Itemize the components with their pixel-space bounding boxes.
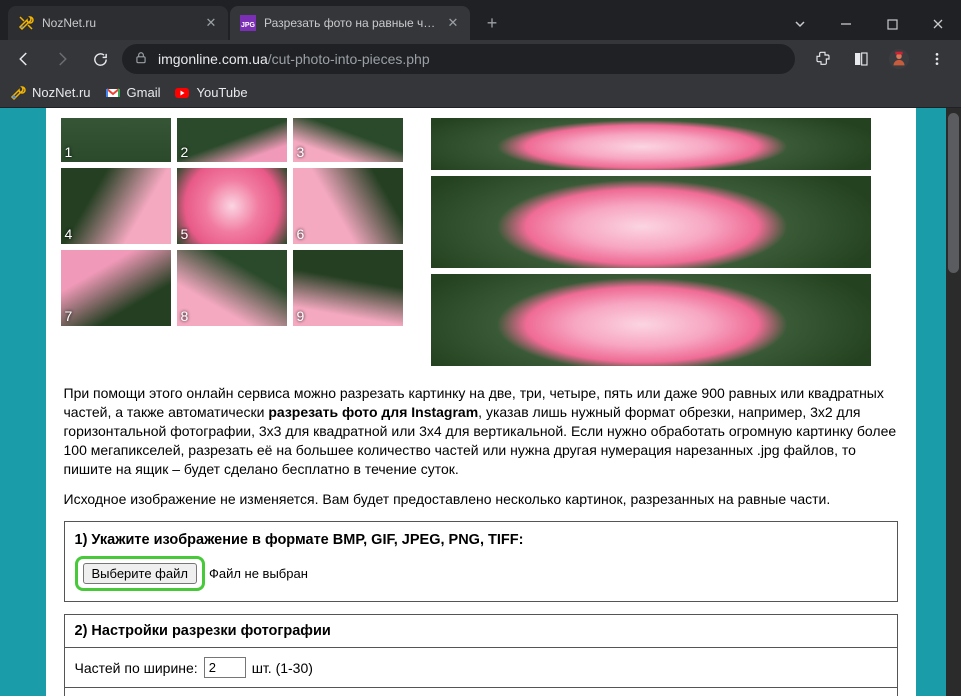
back-button[interactable] xyxy=(8,43,40,75)
note-paragraph: Исходное изображение не изменяется. Вам … xyxy=(64,490,898,509)
tile: 8 xyxy=(177,250,287,326)
close-icon[interactable]: ✕ xyxy=(204,16,218,30)
width-input[interactable] xyxy=(204,657,246,678)
bookmark-gmail[interactable]: Gmail xyxy=(105,85,161,101)
tile: 3 xyxy=(293,118,403,162)
youtube-icon xyxy=(174,85,190,101)
image-two-rows xyxy=(431,118,871,372)
tile: 9 xyxy=(293,250,403,326)
image-row xyxy=(431,118,871,170)
grid-9-pieces: 1 2 3 4 5 6 7 8 9 xyxy=(61,118,403,372)
intro-paragraph: При помощи этого онлайн сервиса можно ра… xyxy=(64,384,898,478)
close-icon[interactable]: ✕ xyxy=(446,16,460,30)
width-label: Частей по ширине: xyxy=(75,660,198,676)
bookmark-label: YouTube xyxy=(196,85,247,100)
reading-list-icon[interactable] xyxy=(845,43,877,75)
svg-text:JPG: JPG xyxy=(241,22,256,29)
omnibox[interactable]: imgonline.com.ua/cut-photo-into-pieces.p… xyxy=(122,44,795,74)
maximize-button[interactable] xyxy=(869,8,915,40)
url-text: imgonline.com.ua/cut-photo-into-pieces.p… xyxy=(158,51,430,67)
bookmarks-bar: NozNet.ru Gmail YouTube xyxy=(0,78,961,108)
close-button[interactable] xyxy=(915,8,961,40)
jpg-icon: JPG xyxy=(240,15,256,31)
step2-section: 2) Настройки разрезки фотографии Частей … xyxy=(64,614,898,696)
text-content: При помощи этого онлайн сервиса можно ра… xyxy=(46,372,916,696)
width-unit: шт. (1-30) xyxy=(252,660,313,676)
tile: 6 xyxy=(293,168,403,244)
image-row xyxy=(431,274,871,366)
new-tab-button[interactable]: + xyxy=(478,9,506,37)
scrollbar[interactable] xyxy=(946,108,961,696)
step2-title: 2) Настройки разрезки фотографии xyxy=(65,615,897,648)
bookmark-youtube[interactable]: YouTube xyxy=(174,85,247,101)
profile-avatar[interactable] xyxy=(883,43,915,75)
wrench-icon xyxy=(10,85,26,101)
step1-title: 1) Укажите изображение в формате BMP, GI… xyxy=(75,532,887,548)
lock-icon xyxy=(134,51,148,68)
image-gallery: 1 2 3 4 5 6 7 8 9 xyxy=(46,108,916,372)
tile: 2 xyxy=(177,118,287,162)
tab-noznet[interactable]: NozNet.ru ✕ xyxy=(8,6,228,40)
choose-file-button[interactable]: Выберите файл xyxy=(83,563,197,584)
step1-section: 1) Укажите изображение в формате BMP, GI… xyxy=(64,521,898,602)
page-content: 1 2 3 4 5 6 7 8 9 При помощи этого онлай… xyxy=(46,108,916,696)
image-row xyxy=(431,176,871,268)
scroll-thumb[interactable] xyxy=(948,113,959,273)
bookmark-label: NozNet.ru xyxy=(32,85,91,100)
reload-button[interactable] xyxy=(84,43,116,75)
minimize-button[interactable] xyxy=(823,8,869,40)
browser-titlebar: NozNet.ru ✕ JPG Разрезать фото на равные… xyxy=(0,0,961,40)
chevron-down-icon[interactable] xyxy=(777,8,823,40)
window-controls xyxy=(777,8,961,40)
tab-title: Разрезать фото на равные част xyxy=(264,16,438,30)
bookmark-label: Gmail xyxy=(127,85,161,100)
file-button-highlight: Выберите файл xyxy=(75,556,205,591)
page-viewport: 1 2 3 4 5 6 7 8 9 При помощи этого онлай… xyxy=(0,108,961,696)
forward-button[interactable] xyxy=(46,43,78,75)
gmail-icon xyxy=(105,85,121,101)
extensions-icon[interactable] xyxy=(807,43,839,75)
tile: 1 xyxy=(61,118,171,162)
tab-title: NozNet.ru xyxy=(42,16,196,30)
width-row: Частей по ширине: шт. (1-30) xyxy=(65,648,897,688)
tile: 7 xyxy=(61,250,171,326)
file-status-text: Файл не выбран xyxy=(209,566,308,581)
tile: 4 xyxy=(61,168,171,244)
address-bar: imgonline.com.ua/cut-photo-into-pieces.p… xyxy=(0,40,961,78)
bookmark-noznet[interactable]: NozNet.ru xyxy=(10,85,91,101)
tabs-row: NozNet.ru ✕ JPG Разрезать фото на равные… xyxy=(0,6,777,40)
tab-imgonline[interactable]: JPG Разрезать фото на равные част ✕ xyxy=(230,6,470,40)
tile: 5 xyxy=(177,168,287,244)
height-row: Частей по высоте: шт. (1-30) xyxy=(65,688,897,696)
wrench-icon xyxy=(18,15,34,31)
menu-button[interactable] xyxy=(921,43,953,75)
